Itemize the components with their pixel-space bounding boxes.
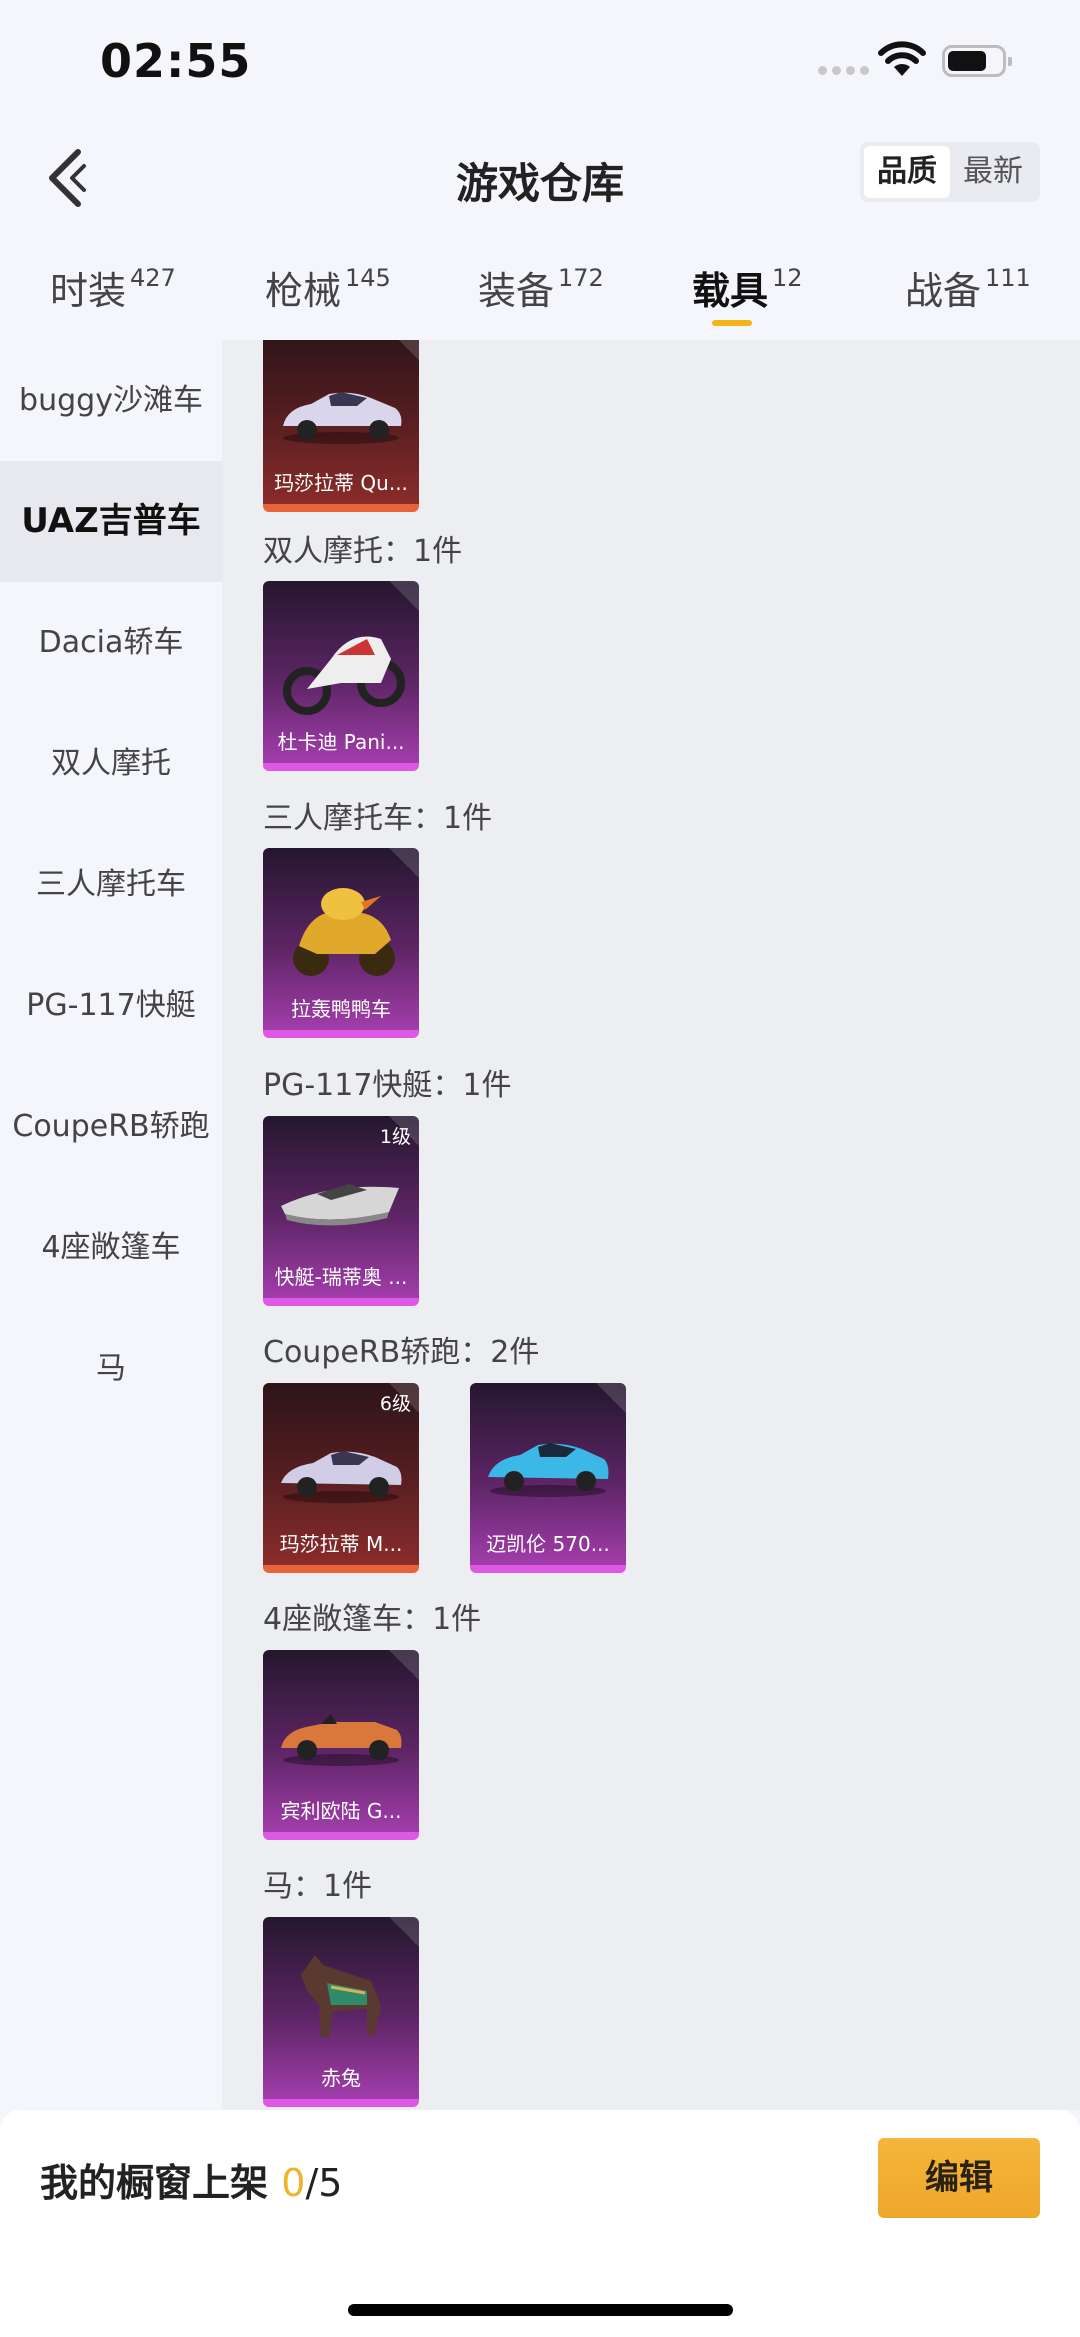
speedboat-image xyxy=(281,1184,399,1226)
section-title: PG-117快艇：1件 xyxy=(263,1068,512,1103)
sidebar-item-three-seat-motorcycle[interactable]: 三人摩托车 xyxy=(0,824,222,945)
tab-vehicles[interactable]: 载具 12 xyxy=(692,260,803,315)
convertible-car-image xyxy=(281,1714,402,1766)
header: 游戏仓库 品质 最新 xyxy=(0,130,1080,230)
vehicle-type-sidebar: buggy沙滩车 UAZ吉普车 Dacia轿车 双人摩托 三人摩托车 PG-11… xyxy=(0,340,222,2110)
edit-button[interactable]: 编辑 xyxy=(878,2138,1040,2218)
duck-motorcycle-image xyxy=(293,888,395,976)
status-time: 02:55 xyxy=(100,34,252,88)
sidebar-item-buggy[interactable]: buggy沙滩车 xyxy=(0,340,222,461)
sidebar-item-uaz[interactable]: UAZ吉普车 xyxy=(0,461,222,582)
tab-equipment[interactable]: 装备 172 xyxy=(478,260,604,315)
section-title: CoupeRB轿跑：2件 xyxy=(263,1335,540,1370)
battery-icon xyxy=(942,45,1012,77)
vehicle-card[interactable]: 6级 玛莎拉蒂 M... xyxy=(263,1383,419,1573)
sports-car-image xyxy=(283,392,402,444)
sidebar-item-couperb[interactable]: CoupeRB轿跑 xyxy=(0,1066,222,1187)
vehicle-card[interactable]: 迈凯伦 570... xyxy=(470,1383,626,1573)
vehicle-card[interactable]: 赤兔 xyxy=(263,1917,419,2107)
tab-combat-supplies[interactable]: 战备 111 xyxy=(905,260,1031,315)
vehicle-card[interactable]: 拉轰鸭鸭车 xyxy=(263,848,419,1038)
sidebar-item-horse[interactable]: 马 xyxy=(0,1308,222,1429)
vehicle-card[interactable]: 宾利欧陆 G... xyxy=(263,1650,419,1840)
sort-option-latest[interactable]: 最新 xyxy=(950,146,1036,198)
tab-fashion[interactable]: 时装 427 xyxy=(50,260,176,315)
section-title: 4座敞篷车：1件 xyxy=(263,1602,482,1637)
status-bar: 02:55 xyxy=(0,0,1080,120)
vehicle-list: 玛莎拉蒂 Qu... 双人摩托：1件 杜卡迪 Pani... 三人摩托车：1件 … xyxy=(222,340,1080,2110)
category-tabs: 时装 427 枪械 145 装备 172 载具 12 战备 111 xyxy=(0,250,1080,340)
section-title: 马：1件 xyxy=(263,1869,373,1904)
sports-car-image xyxy=(281,1451,402,1503)
bottom-bar: 我的橱窗上架 0/5 编辑 xyxy=(0,2110,1080,2337)
wifi-icon xyxy=(878,41,926,76)
vehicle-card[interactable]: 玛莎拉蒂 Qu... xyxy=(263,340,419,512)
sidebar-item-pg117-boat[interactable]: PG-117快艇 xyxy=(0,945,222,1066)
sort-toggle[interactable]: 品质 最新 xyxy=(860,142,1040,202)
signal-icon xyxy=(818,66,869,75)
home-indicator xyxy=(348,2304,733,2316)
section-title: 双人摩托：1件 xyxy=(263,534,463,569)
sidebar-item-two-seat-motorcycle[interactable]: 双人摩托 xyxy=(0,703,222,824)
section-title: 三人摩托车：1件 xyxy=(263,801,493,836)
vehicle-card[interactable]: 杜卡迪 Pani... xyxy=(263,581,419,771)
motorcycle-image xyxy=(283,636,405,715)
vehicle-card[interactable]: 1级 快艇-瑞蒂奥 ... xyxy=(263,1116,419,1306)
horse-image xyxy=(301,1955,381,2037)
tab-weapons[interactable]: 枪械 145 xyxy=(265,260,391,315)
sort-option-quality[interactable]: 品质 xyxy=(864,146,950,198)
sports-car-image xyxy=(488,1443,609,1497)
active-tab-indicator xyxy=(712,320,752,326)
sidebar-item-dacia[interactable]: Dacia轿车 xyxy=(0,582,222,703)
showcase-shelf-status: 我的橱窗上架 0/5 xyxy=(40,2161,343,2205)
sidebar-item-convertible[interactable]: 4座敞篷车 xyxy=(0,1187,222,1308)
